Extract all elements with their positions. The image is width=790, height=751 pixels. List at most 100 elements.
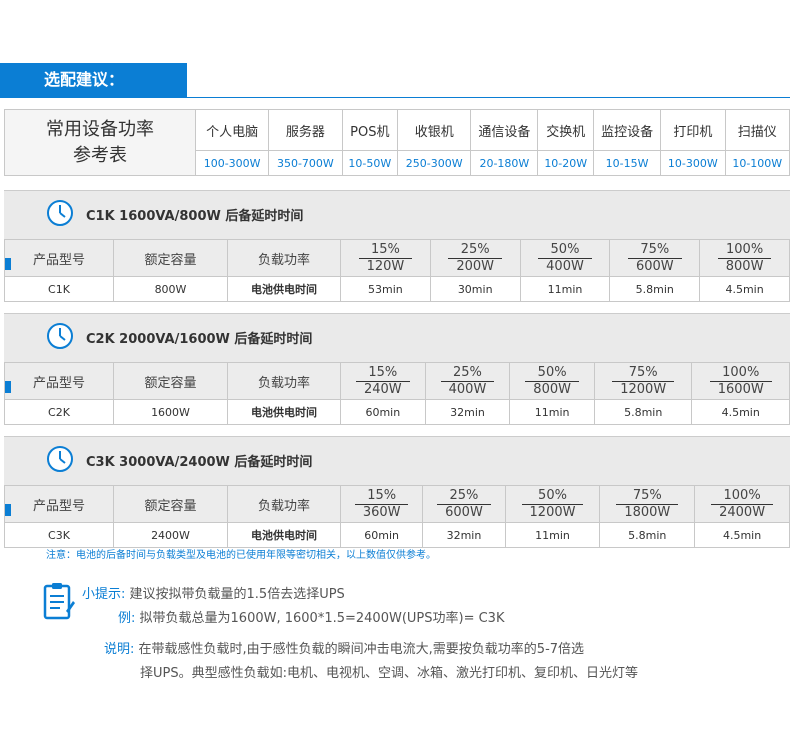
load-watts: 2400W — [719, 504, 766, 520]
load-percent: 75% — [612, 365, 675, 382]
load-percent: 100% — [717, 242, 772, 259]
backup-time-table: 产品型号 额定容量 负载功率 15% 240W 25% 400W 50% 800W 75% 1… — [4, 362, 790, 425]
clock-icon — [47, 323, 73, 349]
backup-time: 11min — [519, 276, 611, 302]
col-load: 负载功率 — [227, 362, 341, 400]
load-watts: 200W — [456, 258, 495, 274]
device-power: 10-300W — [660, 150, 726, 176]
load-cell: 25% 200W — [429, 239, 521, 277]
model-value: C3K — [4, 522, 114, 548]
battery-time-label: 电池供电时间 — [227, 276, 341, 302]
example-text: 拟带负载总量为1600W, 1600*1.5=2400W(UPS功率)= C3K — [139, 611, 505, 626]
device-name: 个人电脑 — [194, 109, 270, 151]
load-cell: 15% 240W — [340, 362, 426, 400]
load-percent: 100% — [711, 488, 774, 505]
device-name: POS机 — [341, 109, 399, 151]
row-marker — [5, 258, 11, 270]
device-name: 监控设备 — [592, 109, 662, 151]
load-watts: 600W — [635, 258, 674, 274]
col-model: 产品型号 — [4, 485, 114, 523]
load-cell: 100% 800W — [699, 239, 790, 277]
col-model-label: 产品型号 — [32, 375, 85, 391]
section-header: C2K 2000VA/1600W 后备延时时间 — [4, 313, 790, 362]
col-model: 产品型号 — [4, 362, 114, 400]
load-cell: 100% 2400W — [694, 485, 790, 523]
device-name: 打印机 — [660, 109, 726, 151]
device-power: 100-300W — [194, 150, 270, 176]
load-percent: 15% — [354, 488, 409, 505]
explain-row-2: 择UPS。典型感性负载如:电机、电视机、空调、冰箱、激光打印机、复印机、日光灯等 — [140, 662, 638, 681]
section-header: C1K 1600VA/800W 后备延时时间 — [4, 190, 790, 239]
device-power: 10-15W — [592, 150, 662, 176]
load-percent: 75% — [616, 488, 679, 505]
load-watts: 600W — [445, 504, 483, 520]
device-power: 10-100W — [724, 150, 790, 176]
clock-icon — [47, 446, 73, 472]
battery-time-label: 电池供电时间 — [227, 522, 341, 548]
col-model-label: 产品型号 — [32, 252, 85, 268]
backup-time: 5.8min — [609, 276, 701, 302]
backup-time: 32min — [422, 522, 506, 548]
header-divider — [0, 97, 790, 98]
backup-time: 32min — [424, 399, 511, 425]
row-marker — [5, 504, 11, 516]
backup-time-section: C2K 2000VA/1600W 后备延时时间 产品型号 额定容量 负载功率 1… — [4, 313, 790, 425]
load-cell: 100% 1600W — [691, 362, 790, 400]
backup-time-section: C1K 1600VA/800W 后备延时时间 产品型号 额定容量 负载功率 15… — [4, 190, 790, 302]
tip-row: 小提示: 建议按拟带负载量的1.5倍去选择UPS — [82, 583, 345, 602]
backup-time: 4.5min — [699, 276, 790, 302]
load-percent: 25% — [440, 365, 495, 382]
reference-title-line2: 参考表 — [73, 144, 127, 166]
load-percent: 25% — [448, 242, 503, 259]
col-rated: 额定容量 — [113, 485, 228, 523]
power-reference-table: 常用设备功率 参考表 个人电脑 服务器 POS机 收银机 通信设备 交换机 监控… — [4, 109, 790, 176]
disclaimer-note: 注意：电池的后备时间与负载类型及电池的已使用年限等密切相关，以上数值仅供参考。 — [46, 550, 436, 561]
device-name: 扫描仪 — [724, 109, 790, 151]
example-row: 例: 拟带负载总量为1600W, 1600*1.5=2400W(UPS功率)= … — [118, 607, 504, 626]
load-percent: 25% — [437, 488, 491, 505]
backup-time-table: 产品型号 额定容量 负载功率 15% 360W 25% 600W 50% 1200W 75%… — [4, 485, 790, 548]
section-title: C3K 3000VA/2400W 后备延时时间 — [86, 455, 313, 470]
load-watts: 1800W — [624, 504, 671, 520]
backup-time: 5.8min — [593, 399, 693, 425]
load-percent: 50% — [525, 365, 579, 382]
load-cell: 50% 400W — [519, 239, 611, 277]
backup-time: 53min — [340, 276, 431, 302]
clock-icon — [47, 200, 73, 226]
device-name: 交换机 — [537, 109, 594, 151]
load-cell: 75% 600W — [609, 239, 701, 277]
load-watts: 1200W — [620, 381, 667, 397]
clipboard-icon — [43, 583, 75, 620]
load-watts: 120W — [366, 258, 405, 274]
backup-time: 4.5min — [691, 399, 790, 425]
explain-text-1: 在带载感性负载时,由于感性负载的瞬间冲击电流大,需要按负载功率的5-7倍选 — [138, 642, 585, 657]
load-cell: 25% 600W — [422, 485, 506, 523]
device-power: 10-50W — [341, 150, 399, 176]
tip-text: 建议按拟带负载量的1.5倍去选择UPS — [129, 587, 345, 602]
load-percent: 15% — [358, 242, 413, 259]
load-watts: 400W — [546, 258, 584, 274]
load-watts: 1600W — [717, 381, 764, 397]
rated-value: 1600W — [113, 399, 228, 425]
col-load: 负载功率 — [227, 239, 341, 277]
device-power: 350-700W — [268, 150, 343, 176]
load-watts: 360W — [362, 504, 401, 520]
header-title: 选配建议： — [44, 70, 125, 89]
load-cell: 75% 1200W — [593, 362, 693, 400]
backup-time: 11min — [504, 522, 601, 548]
load-watts: 240W — [363, 381, 402, 397]
backup-time-table: 产品型号 额定容量 负载功率 15% 120W 25% 200W 50% 400W 75% 6… — [4, 239, 790, 302]
model-value: C2K — [4, 399, 114, 425]
load-percent: 75% — [627, 242, 682, 259]
model-value: C1K — [4, 276, 114, 302]
device-power: 10-20W — [537, 150, 594, 176]
load-cell: 25% 400W — [424, 362, 511, 400]
load-cell: 75% 1800W — [599, 485, 696, 523]
backup-time: 5.8min — [599, 522, 696, 548]
load-watts: 800W — [533, 381, 571, 397]
load-percent: 15% — [355, 365, 410, 382]
explain-label: 说明: — [104, 642, 135, 657]
device-name: 通信设备 — [470, 109, 539, 151]
load-cell: 15% 120W — [340, 239, 431, 277]
rated-value: 2400W — [113, 522, 228, 548]
